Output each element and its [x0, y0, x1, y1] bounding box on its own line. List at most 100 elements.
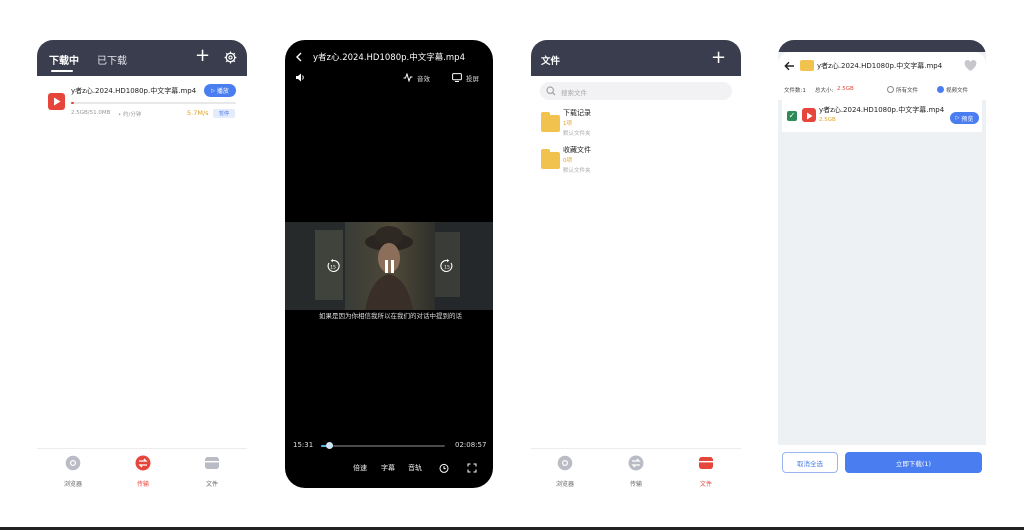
nav-files-label: 文件 — [699, 481, 712, 488]
download-eta: • 约/分钟 — [118, 112, 142, 118]
transfer-icon — [135, 455, 151, 471]
preview-button-label: 预览 — [961, 115, 974, 123]
tab-downloaded[interactable]: 已下载 — [97, 52, 127, 67]
pause-button[interactable]: 暂停 — [213, 109, 235, 118]
radio-video-files-label: 视频文件 — [946, 88, 969, 94]
folder-item[interactable]: 收藏文件 0项 默认文件夹 — [531, 143, 741, 177]
nav-browser[interactable]: 浏览器 — [555, 455, 575, 488]
cast-label[interactable]: 投屏 — [466, 73, 479, 83]
deselect-all-button[interactable]: 取消全选 — [782, 452, 838, 473]
top-bar — [531, 40, 741, 76]
back-arrow-icon[interactable] — [784, 61, 795, 71]
folder-name: 收藏文件 — [563, 146, 591, 154]
download-size: 2.5GB/51.0MB — [71, 110, 111, 116]
folder-count: 1项 — [563, 121, 572, 127]
folder-icon — [800, 60, 814, 71]
download-progress-fill — [71, 102, 75, 104]
file-count: 文件数:1 — [784, 88, 806, 94]
page-title: 文件 — [541, 56, 561, 67]
files-icon — [205, 457, 219, 469]
back-icon[interactable] — [295, 52, 302, 62]
screenshot-stage: 下载中 已下载 + y者z心.2024.HD1080p.中文字幕.mp4 ▷ 播… — [0, 0, 1024, 530]
nav-browser[interactable]: 浏览器 — [63, 455, 83, 488]
torrent-title: y者z心.2024.HD1080p.中文字幕.mp4 — [817, 62, 943, 70]
video-title: y者z心.2024.HD1080p.中文字幕.mp4 — [313, 53, 465, 63]
nav-transfer-label: 传输 — [629, 481, 642, 488]
speed-button[interactable]: 倍速 — [353, 463, 367, 473]
rewind-icon[interactable]: 15 — [326, 259, 340, 273]
top-strip — [778, 40, 986, 52]
folder-icon — [541, 112, 560, 132]
file-size: 2.5GB — [819, 117, 836, 123]
file-checkbox[interactable]: ✓ — [787, 111, 797, 121]
transfer-icon — [628, 455, 644, 471]
nav-transfer[interactable]: 传输 — [133, 455, 153, 488]
seek-bar[interactable] — [321, 445, 445, 447]
cast-icon[interactable] — [452, 73, 462, 82]
add-icon[interactable]: + — [711, 48, 726, 68]
folder-icon — [541, 149, 560, 169]
folder-sub: 默认文件夹 — [563, 131, 591, 137]
phone-downloading: 下载中 已下载 + y者z心.2024.HD1080p.中文字幕.mp4 ▷ 播… — [37, 40, 247, 488]
nav-files-label: 文件 — [205, 481, 218, 488]
nav-transfer[interactable]: 传输 — [626, 455, 646, 488]
subtitle-text: 如果是因为你相信我所以在我们的对话中提到的话 — [319, 312, 462, 320]
browser-icon — [557, 455, 573, 471]
gear-icon[interactable] — [224, 51, 237, 64]
folder-sub: 默认文件夹 — [563, 168, 591, 174]
download-now-button[interactable]: 立即下载(1) — [845, 452, 982, 473]
preview-button[interactable]: ▷ 预览 — [950, 112, 979, 124]
search-input[interactable]: 搜索文件 — [540, 82, 732, 100]
phone-file-select: y者z心.2024.HD1080p.中文字幕.mp4 文件数:1 总大小: 2.… — [778, 40, 986, 488]
subtitle-button[interactable]: 字幕 — [381, 463, 395, 473]
file-title: y者z心.2024.HD1080p.中文字幕.mp4 — [819, 106, 945, 114]
audio-effect-icon[interactable] — [403, 73, 413, 82]
radio-all-files-label: 所有文件 — [896, 88, 919, 94]
total-size: 2.5GB — [837, 86, 854, 92]
nav-files[interactable]: 文件 — [696, 455, 716, 488]
folder-count: 0项 — [563, 158, 572, 164]
bottom-nav: 浏览器 传输 文件 — [37, 448, 247, 488]
play-button[interactable]: ▷ 播放 — [204, 84, 236, 97]
download-progress — [71, 102, 236, 104]
folder-name: 下载记录 — [563, 109, 591, 117]
nav-transfer-label: 传输 — [136, 481, 149, 488]
nav-files[interactable]: 文件 — [202, 455, 222, 488]
pause-icon[interactable] — [385, 260, 394, 273]
radio-video-files[interactable] — [937, 86, 944, 93]
volume-icon[interactable] — [295, 73, 305, 82]
timer-icon[interactable] — [439, 463, 449, 473]
svg-text:15: 15 — [330, 264, 336, 270]
tab-downloading[interactable]: 下载中 — [49, 52, 79, 67]
total-size-label: 总大小: — [815, 88, 834, 94]
fullscreen-icon[interactable] — [467, 463, 477, 473]
download-speed: 5.7M/s — [187, 109, 209, 117]
folder-item[interactable]: 下载记录 1项 默认文件夹 — [531, 106, 741, 140]
audio-track-button[interactable]: 音轨 — [408, 463, 422, 473]
nav-browser-label: 浏览器 — [555, 481, 574, 488]
heart-icon[interactable] — [964, 60, 977, 72]
files-icon — [699, 457, 713, 469]
forward-icon[interactable]: 15 — [440, 259, 454, 273]
video-file-icon — [802, 108, 816, 122]
bottom-nav: 浏览器 传输 文件 — [531, 448, 741, 488]
play-icon: ▷ — [955, 115, 960, 121]
phone-files: 文件 + 搜索文件 下载记录 1项 默认文件夹 收藏文件 0项 默认文件夹 浏览… — [531, 40, 741, 488]
video-file-icon — [48, 93, 65, 110]
phone-player: y者z心.2024.HD1080p.中文字幕.mp4 音效 投屏 15 15 如… — [285, 40, 493, 488]
radio-all-files[interactable] — [887, 86, 894, 93]
download-title: y者z心.2024.HD1080p.中文字幕.mp4 — [71, 87, 197, 95]
svg-text:15: 15 — [444, 264, 450, 270]
add-icon[interactable]: + — [195, 46, 210, 66]
search-placeholder: 搜索文件 — [561, 88, 587, 97]
play-button-label: 播放 — [216, 88, 229, 95]
browser-icon — [65, 455, 81, 471]
seek-thumb[interactable] — [326, 442, 334, 449]
total-time: 02:08:57 — [455, 441, 487, 449]
play-icon: ▷ — [211, 87, 215, 94]
file-row[interactable]: ✓ y者z心.2024.HD1080p.中文字幕.mp4 2.5GB ▷ 预览 — [782, 100, 982, 132]
audio-effect-label[interactable]: 音效 — [417, 73, 430, 83]
current-time: 15:31 — [293, 441, 314, 449]
download-item[interactable]: y者z心.2024.HD1080p.中文字幕.mp4 ▷ 播放 2.5GB/51… — [37, 76, 247, 126]
tab-underline — [51, 70, 73, 72]
